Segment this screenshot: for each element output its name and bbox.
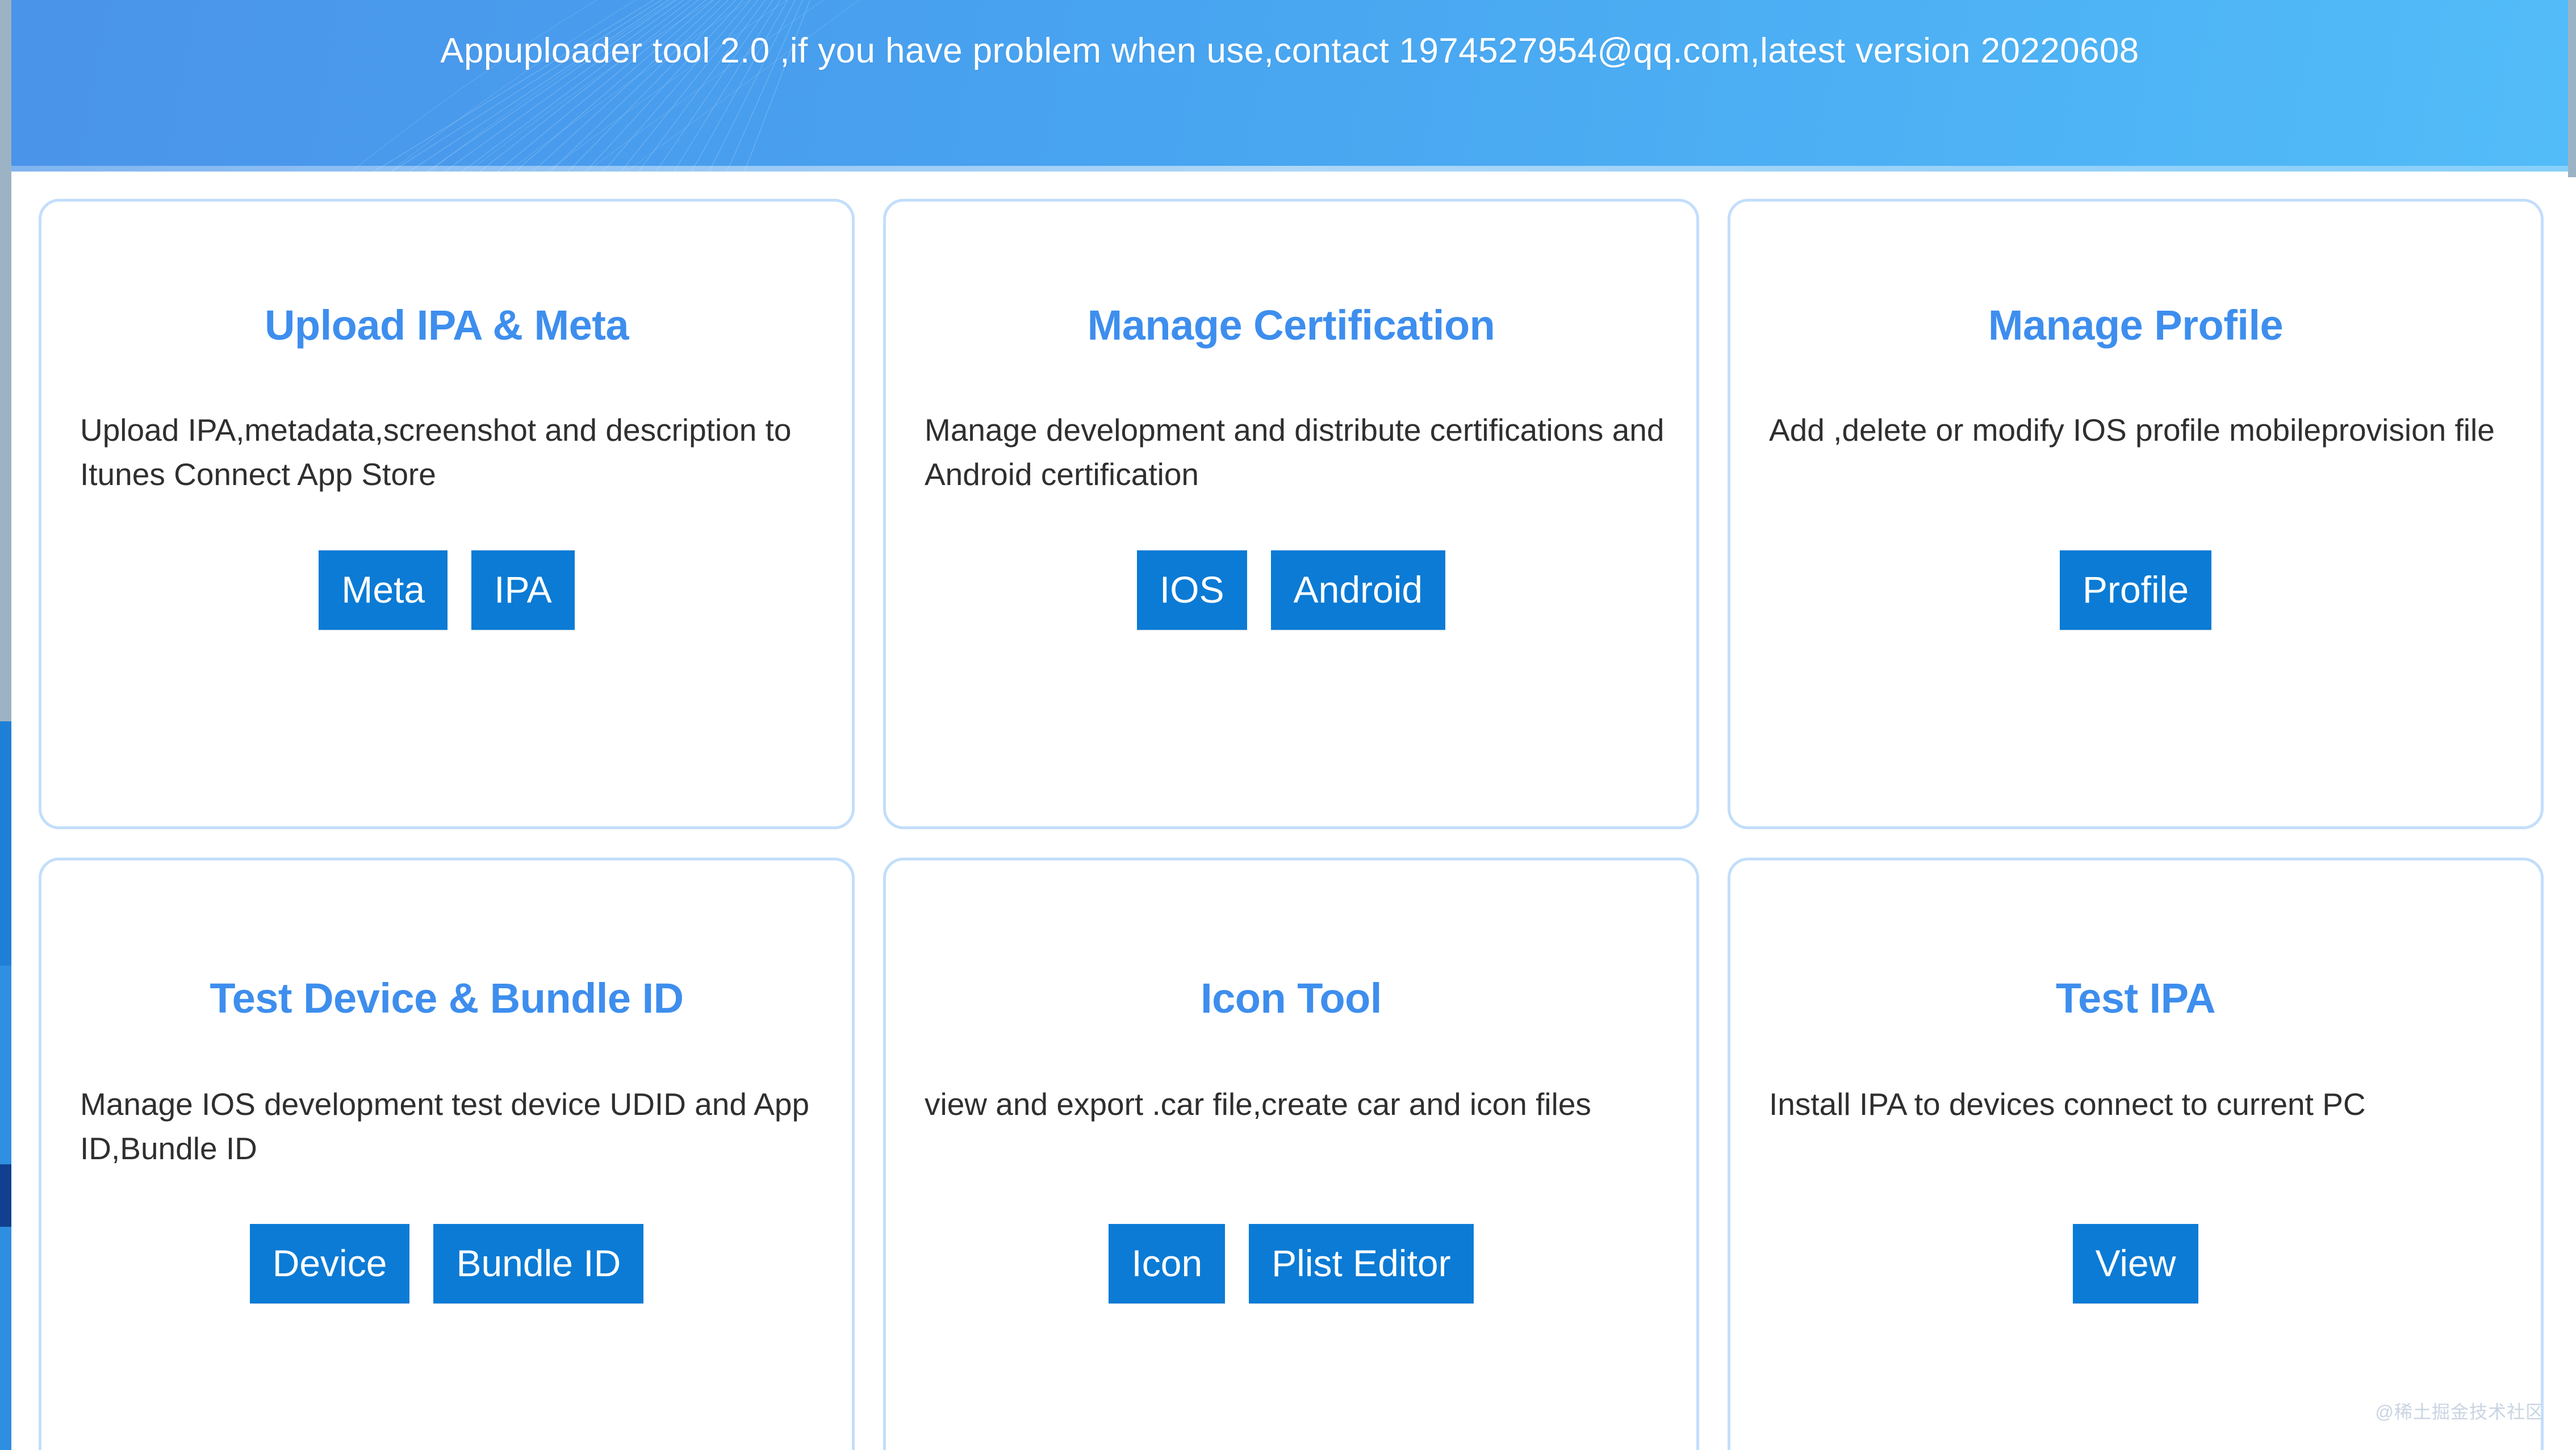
card-title: Test Device & Bundle ID	[210, 975, 684, 1022]
desktop-edge-strip-right	[2568, 0, 2576, 177]
banner-decorative-lines	[351, 0, 860, 172]
meta-button[interactable]: Meta	[319, 550, 448, 630]
tool-card-manage-certification[interactable]: Manage Certification Manage development …	[883, 199, 1699, 829]
desktop-edge-strip-left	[0, 0, 11, 1450]
device-button[interactable]: Device	[249, 1224, 410, 1303]
card-title: Test IPA	[2055, 975, 2216, 1022]
profile-button[interactable]: Profile	[2059, 550, 2212, 630]
tool-card-test-ipa[interactable]: Test IPA Install IPA to devices connect …	[1728, 858, 2544, 1450]
android-button[interactable]: Android	[1270, 550, 1446, 630]
tool-card-manage-profile[interactable]: Manage Profile Add ,delete or modify IOS…	[1728, 199, 2544, 829]
card-actions: Meta IPA	[41, 550, 852, 630]
card-actions: Profile	[1730, 550, 2541, 630]
card-actions: Device Bundle ID	[41, 1224, 852, 1303]
card-actions: IOS Android	[886, 550, 1696, 630]
banner-underline	[11, 166, 2568, 172]
site-watermark: @稀土掘金技术社区	[2375, 1402, 2544, 1422]
card-description: Manage IOS development test device UDID …	[80, 1087, 810, 1167]
tool-card-upload-ipa-meta[interactable]: Upload IPA & Meta Upload IPA,metadata,sc…	[39, 199, 855, 829]
card-title: Manage Profile	[1988, 302, 2284, 349]
tool-card-grid: Upload IPA & Meta Upload IPA,metadata,sc…	[39, 199, 2544, 1450]
card-description: view and export .car file,create car and…	[925, 1087, 1591, 1122]
card-description: Install IPA to devices connect to curren…	[1769, 1087, 2366, 1122]
card-actions: View	[1730, 1224, 2541, 1303]
tool-card-test-device-bundle-id[interactable]: Test Device & Bundle ID Manage IOS devel…	[39, 858, 855, 1450]
card-description: Manage development and distribute certif…	[925, 412, 1665, 492]
plist-editor-button[interactable]: Plist Editor	[1249, 1224, 1474, 1303]
app-banner: Appuploader tool 2.0 ,if you have proble…	[11, 0, 2568, 172]
card-description: Upload IPA,metadata,screenshot and descr…	[80, 412, 792, 492]
card-actions: Icon Plist Editor	[886, 1224, 1696, 1303]
view-button[interactable]: View	[2072, 1224, 2199, 1303]
card-title: Icon Tool	[1201, 975, 1382, 1022]
card-description: Add ,delete or modify IOS profile mobile…	[1769, 412, 2495, 448]
tool-card-icon-tool[interactable]: Icon Tool view and export .car file,crea…	[883, 858, 1699, 1450]
bundle-id-button[interactable]: Bundle ID	[433, 1224, 644, 1303]
card-title: Upload IPA & Meta	[264, 302, 629, 349]
appuploader-window: Appuploader tool 2.0 ,if you have proble…	[0, 0, 2576, 1450]
banner-title: Appuploader tool 2.0 ,if you have proble…	[440, 31, 2139, 70]
card-title: Manage Certification	[1087, 302, 1495, 349]
ios-button[interactable]: IOS	[1136, 550, 1247, 630]
ipa-button[interactable]: IPA	[471, 550, 575, 630]
icon-button[interactable]: Icon	[1109, 1224, 1226, 1303]
